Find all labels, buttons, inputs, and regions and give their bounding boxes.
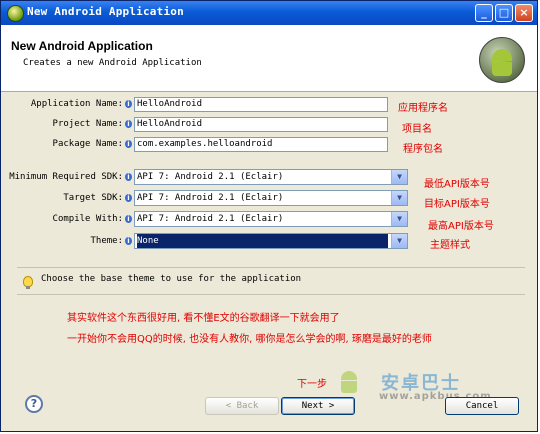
next-button[interactable]: Next > [281,397,355,415]
theme-label: Theme: [90,236,123,246]
info-icon: i [125,100,132,108]
info-icon: i [125,237,132,245]
eclipse-app-icon [7,5,24,22]
chevron-down-icon[interactable]: ▼ [391,191,407,205]
title-bar[interactable]: New Android Application _ □ × [1,1,537,25]
compile-with-value: API 7: Android 2.1 (Eclair) [137,214,284,224]
theme-select[interactable]: None ▼ [134,233,408,249]
target-sdk-select[interactable]: API 7: Android 2.1 (Eclair) ▼ [134,190,408,206]
window-title: New Android Application [27,5,184,18]
android-droid-icon [479,37,525,83]
info-icon: i [125,120,132,128]
info-icon: i [125,194,132,202]
info-icon: i [125,215,132,223]
hint-text: Choose the base theme to use for the app… [41,274,302,284]
back-button[interactable]: < Back [205,397,279,415]
app-name-note: 应用程序名 [398,103,448,114]
project-name-input[interactable]: HelloAndroid [134,117,388,132]
next-step-annotation: 下一步 [297,379,327,390]
annotation-line-1: 其实软件这个东西很好用, 看不懂E文的谷歌翻译一下就会用了 [67,313,340,324]
chevron-down-icon[interactable]: ▼ [391,212,407,226]
min-sdk-select[interactable]: API 7: Android 2.1 (Eclair) ▼ [134,169,408,185]
dialog-window: New Android Application _ □ × New Androi… [0,0,538,432]
lightbulb-icon [23,276,33,289]
page-title: New Android Application [11,39,153,53]
apkbus-watermark: 安卓巴士 www.apkbus.com [339,369,519,402]
min-sdk-value: API 7: Android 2.1 (Eclair) [137,172,284,182]
info-icon: i [125,140,132,148]
app-name-input[interactable]: HelloAndroid [134,97,388,112]
minimize-button[interactable]: _ [475,4,493,22]
target-sdk-note: 目标API版本号 [424,199,490,210]
cancel-button[interactable]: Cancel [445,397,519,415]
min-sdk-label: Minimum Required SDK: [9,172,123,182]
package-name-label: Package Name: [52,139,123,149]
wizard-header: New Android Application Creates a new An… [1,25,537,92]
target-sdk-label: Target SDK: [63,193,123,203]
page-subtitle: Creates a new Android Application [23,58,202,68]
compile-with-note: 最高API版本号 [428,221,494,232]
chevron-down-icon[interactable]: ▼ [391,234,407,248]
annotation-line-2: 一开始你不会用QQ的时候, 也没有人教你, 哪你是怎么学会的啊, 琢磨是最好的老… [67,334,432,345]
project-name-note: 项目名 [402,124,432,135]
package-name-note: 程序包名 [403,144,443,155]
android-droid-icon [339,371,359,393]
help-button[interactable]: ? [25,395,43,413]
chevron-down-icon[interactable]: ▼ [391,170,407,184]
maximize-button[interactable]: □ [495,4,513,22]
app-name-label: Application Name: [30,99,123,109]
min-sdk-note: 最低API版本号 [424,179,490,190]
divider [17,267,525,268]
theme-value: None [137,234,388,248]
close-button[interactable]: × [515,4,533,22]
project-name-label: Project Name: [52,119,123,129]
package-name-input[interactable]: com.examples.helloandroid [134,137,388,152]
target-sdk-value: API 7: Android 2.1 (Eclair) [137,193,284,203]
divider [17,294,525,295]
theme-note: 主题样式 [430,240,470,251]
info-icon: i [125,173,132,181]
compile-with-select[interactable]: API 7: Android 2.1 (Eclair) ▼ [134,211,408,227]
compile-with-label: Compile With: [52,214,123,224]
